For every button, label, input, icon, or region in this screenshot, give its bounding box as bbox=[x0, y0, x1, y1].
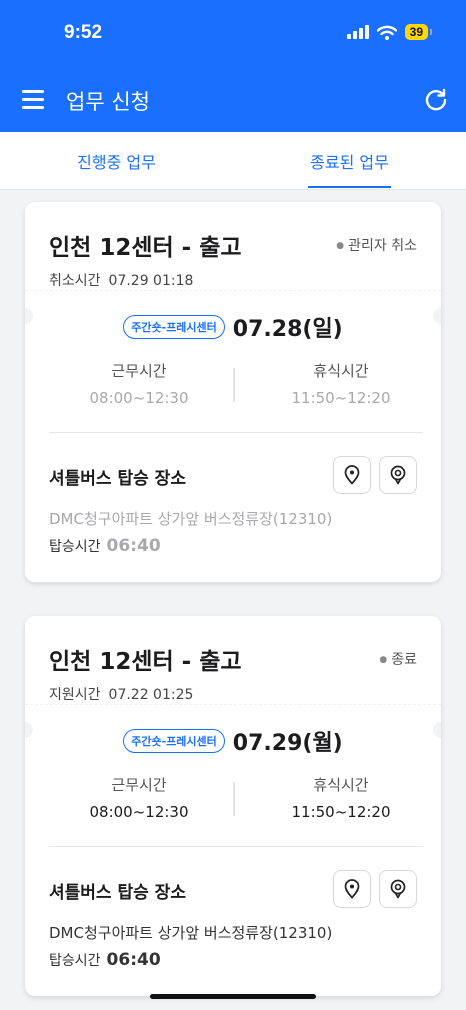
location-pin-icon bbox=[344, 879, 360, 899]
date-row: 주간숏-프레시센터 07.29(월) bbox=[25, 726, 441, 756]
hours-section: 근무시간 08:00~12:30 휴식시간 11:50~12:20 bbox=[25, 774, 441, 824]
timestamp-label: 취소시간 bbox=[49, 273, 101, 289]
status-badge: 관리자 취소 bbox=[336, 235, 417, 255]
boarding-time-label: 탑승시간 bbox=[49, 539, 101, 555]
page-title: 업무 신청 bbox=[66, 90, 150, 114]
status-time: 9:52 bbox=[64, 22, 103, 43]
work-hours: 근무시간 08:00~12:30 bbox=[39, 360, 239, 407]
job-title: 인천 12센터 - 출고 bbox=[49, 649, 242, 675]
cellular-signal-icon bbox=[346, 25, 369, 39]
app-bar: 업무 신청 bbox=[0, 68, 466, 132]
shuttle-address: DMC청구아파트 상가앞 버스정류장(12310) bbox=[49, 924, 333, 942]
center-badge: 주간숏-프레시센터 bbox=[123, 729, 225, 753]
location-pin-button[interactable] bbox=[333, 456, 371, 494]
hours-section: 근무시간 08:00~12:30 휴식시간 11:50~12:20 bbox=[25, 360, 441, 410]
timestamp-label: 지원시간 bbox=[49, 687, 101, 703]
status-bar: 9:52 39 bbox=[0, 0, 466, 68]
wifi-icon bbox=[376, 25, 397, 40]
map-marker-button[interactable] bbox=[379, 870, 417, 908]
status-icons: 39 bbox=[346, 24, 433, 40]
work-hours-label: 근무시간 bbox=[111, 362, 167, 380]
break-hours: 휴식시간 11:50~12:20 bbox=[241, 360, 441, 407]
boarding-time-label: 탑승시간 bbox=[49, 953, 101, 969]
center-badge: 주간숏-프레시센터 bbox=[123, 315, 225, 339]
status-badge: 종료 bbox=[379, 649, 417, 669]
hours-divider bbox=[233, 368, 235, 402]
break-hours-label: 휴식시간 bbox=[313, 776, 369, 794]
divider bbox=[49, 432, 423, 433]
work-hours-value: 08:00~12:30 bbox=[89, 389, 189, 407]
shuttle-address: DMC청구아파트 상가앞 버스정류장(12310) bbox=[49, 510, 333, 528]
divider bbox=[49, 846, 423, 847]
map-marker-button[interactable] bbox=[379, 456, 417, 494]
work-hours: 근무시간 08:00~12:30 bbox=[39, 774, 239, 821]
date-row: 주간숏-프레시센터 07.28(일) bbox=[25, 312, 441, 342]
break-hours: 휴식시간 11:50~12:20 bbox=[241, 774, 441, 821]
job-title: 인천 12센터 - 출고 bbox=[49, 235, 242, 261]
hamburger-menu-icon[interactable] bbox=[22, 90, 46, 110]
battery-indicator: 39 bbox=[404, 24, 433, 40]
home-indicator bbox=[150, 994, 316, 999]
tab-completed[interactable]: 종료된 업무 bbox=[233, 132, 466, 190]
job-timestamp: 지원시간 07.22 01:25 bbox=[49, 684, 193, 704]
boarding-time: 탑승시간 06:40 bbox=[49, 536, 161, 556]
break-hours-value: 11:50~12:20 bbox=[291, 803, 391, 821]
boarding-time: 탑승시간 06:40 bbox=[49, 950, 161, 970]
work-date: 07.28(일) bbox=[232, 317, 343, 342]
work-hours-value: 08:00~12:30 bbox=[89, 803, 189, 821]
map-marker-icon bbox=[390, 879, 406, 899]
timestamp-value: 07.22 01:25 bbox=[108, 687, 194, 703]
shuttle-title: 셔틀버스 탑승 장소 bbox=[49, 469, 186, 489]
refresh-icon[interactable] bbox=[422, 86, 450, 114]
job-card[interactable]: 인천 12센터 - 출고 관리자 취소 취소시간 07.29 01:18 주간숏-… bbox=[25, 202, 441, 582]
location-pin-button[interactable] bbox=[333, 870, 371, 908]
job-card[interactable]: 인천 12센터 - 출고 종료 지원시간 07.22 01:25 주간숏-프레시센… bbox=[25, 616, 441, 996]
hours-divider bbox=[233, 782, 235, 816]
break-hours-value: 11:50~12:20 bbox=[291, 389, 391, 407]
tab-bar: 진행중 업무 종료된 업무 bbox=[0, 132, 466, 190]
work-date: 07.29(월) bbox=[232, 731, 343, 756]
map-marker-icon bbox=[390, 465, 406, 485]
work-hours-label: 근무시간 bbox=[111, 776, 167, 794]
location-pin-icon bbox=[344, 465, 360, 485]
boarding-time-value: 06:40 bbox=[106, 950, 161, 970]
break-hours-label: 휴식시간 bbox=[313, 362, 369, 380]
timestamp-value: 07.29 01:18 bbox=[108, 273, 194, 289]
shuttle-title: 셔틀버스 탑승 장소 bbox=[49, 883, 186, 903]
tab-in-progress[interactable]: 진행중 업무 bbox=[0, 132, 233, 190]
boarding-time-value: 06:40 bbox=[106, 536, 161, 556]
job-timestamp: 취소시간 07.29 01:18 bbox=[49, 270, 193, 290]
